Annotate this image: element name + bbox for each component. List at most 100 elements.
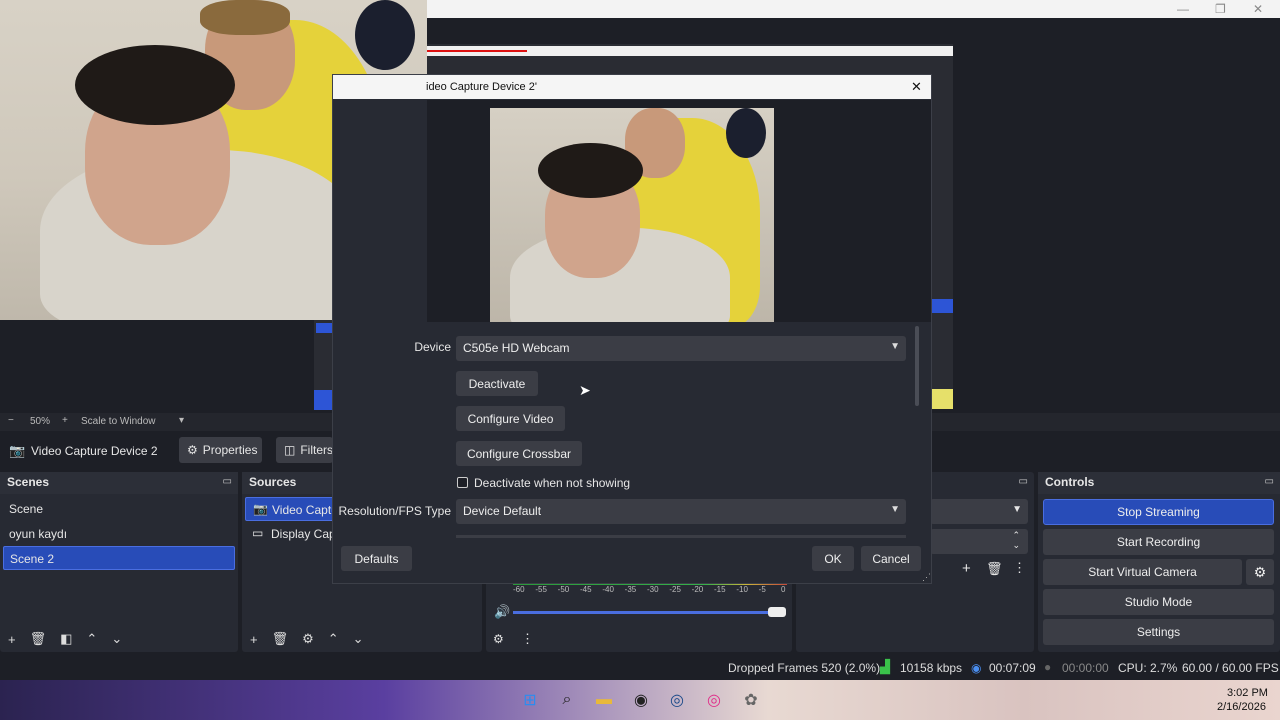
dialog-scrollbar[interactable] [915, 326, 919, 406]
speaker-icon[interactable]: 🔊 [494, 604, 510, 620]
minimize-icon[interactable]: — [1177, 2, 1189, 16]
vu-scale-label: -15 [714, 585, 726, 594]
undock-icon[interactable]: ▭ [1265, 476, 1274, 487]
restore-icon[interactable]: ❐ [1215, 2, 1226, 16]
camera-icon: 📷 [9, 443, 26, 458]
move-up-icon[interactable]: ⌃ [86, 631, 97, 647]
stream-icon: ◉ [971, 661, 982, 675]
record-icon: ● [1044, 660, 1052, 674]
nested-status [932, 389, 953, 409]
scale-select[interactable]: Scale to Window [81, 416, 155, 427]
filters-button[interactable]: ◫ Filters [276, 437, 333, 463]
scene-item[interactable]: oyun kaydı [3, 522, 235, 546]
configure-crossbar-button[interactable]: Configure Crossbar [456, 441, 582, 466]
undock-icon[interactable]: ▭ [1019, 476, 1028, 487]
taskbar-date[interactable]: 2/16/2026 [1217, 701, 1266, 713]
start-recording-button[interactable]: Start Recording [1043, 529, 1274, 555]
mini-bar [314, 390, 334, 410]
camera-icon: 📷 [253, 502, 268, 516]
device-label: Device [414, 340, 451, 354]
person-hair [538, 143, 643, 198]
app-icon[interactable]: ◎ [703, 689, 725, 711]
more-icon[interactable]: ⋮ [521, 631, 534, 647]
ok-button[interactable]: OK [812, 546, 854, 571]
scene-filter-icon[interactable]: ◧ [60, 631, 72, 647]
steam-icon[interactable]: ◎ [666, 689, 688, 711]
chevron-down-icon[interactable]: ▾ [179, 415, 184, 426]
status-bar: Dropped Frames 520 (2.0%) ▟ 10158 kbps ◉… [0, 656, 1280, 680]
configure-video-button[interactable]: Configure Video [456, 406, 565, 431]
scene-item[interactable]: Scene [3, 497, 235, 521]
dialog-title: ideo Capture Device 2' [426, 81, 537, 93]
stop-streaming-button[interactable]: Stop Streaming [1043, 499, 1274, 525]
more-icon[interactable]: ⋮ [1013, 560, 1026, 576]
source-label: Display Capt [271, 527, 340, 541]
trash-icon[interactable]: 🗑 [272, 631, 289, 647]
move-down-icon[interactable]: ⌄ [353, 631, 364, 647]
mixer-gear-icon[interactable]: ⚙ [493, 632, 504, 646]
bitrate: 10158 kbps [900, 661, 963, 675]
chevron-down-icon: ▼ [1012, 504, 1022, 515]
close-icon[interactable]: ✕ [1253, 2, 1263, 16]
filter-icon: ◫ [284, 443, 296, 457]
move-down-icon[interactable]: ⌄ [111, 631, 122, 647]
controls-title: Controls [1038, 472, 1280, 494]
device-select[interactable]: C505e HD Webcam ▼ [456, 336, 906, 361]
duration-spinbox[interactable]: ⌃ ⌄ [930, 529, 1028, 554]
settings-button[interactable]: Settings [1043, 619, 1274, 645]
obs-icon[interactable]: ◉ [630, 689, 652, 711]
vu-scale-label: -40 [602, 585, 614, 594]
red-border [427, 50, 527, 52]
scenes-dock: Scenes ▭ Scene oyun kaydı Scene 2 + 🗑 ◧ … [0, 472, 238, 652]
defaults-button[interactable]: Defaults [341, 546, 412, 571]
virtual-camera-settings-gear-icon[interactable]: ⚙ [1246, 559, 1274, 585]
next-field-partial [456, 535, 906, 538]
vu-scale-label: -50 [557, 585, 570, 594]
windows-start-icon[interactable]: ⊞ [519, 689, 541, 711]
dialog-webcam-preview [490, 108, 774, 322]
zoom-in-button[interactable]: + [62, 415, 68, 426]
deactivate-when-not-showing-checkbox[interactable] [457, 477, 468, 488]
preview-left-strip [314, 320, 334, 410]
taskbar-time[interactable]: 3:02 PM [1227, 687, 1268, 699]
obs-titlebar: — ❐ ✕ [427, 0, 1280, 18]
scenes-title: Scenes [0, 472, 238, 494]
add-icon[interactable]: + [8, 632, 16, 647]
studio-mode-button[interactable]: Studio Mode [1043, 589, 1274, 615]
vu-scale-label: -35 [624, 585, 637, 594]
device-value: C505e HD Webcam [463, 341, 570, 355]
dialog-titlebar: ideo Capture Device 2' ✕ [333, 75, 931, 99]
resize-grip-icon[interactable]: ⋰ [922, 572, 931, 583]
file-explorer-icon[interactable]: ▬ [593, 689, 615, 711]
app-icon[interactable]: ✿ [740, 689, 762, 711]
person-hair [200, 0, 290, 35]
start-virtual-camera-button[interactable]: Start Virtual Camera [1043, 559, 1242, 585]
undock-icon[interactable]: ▭ [223, 476, 232, 487]
search-icon[interactable]: ⌕ [556, 689, 578, 711]
resolution-fps-select[interactable]: Device Default ▼ [456, 499, 906, 524]
zoom-out-button[interactable]: − [8, 415, 14, 426]
spin-down-icon[interactable]: ⌄ [1012, 540, 1020, 551]
move-up-icon[interactable]: ⌃ [328, 631, 339, 647]
volume-slider[interactable] [513, 611, 779, 614]
trash-icon[interactable]: 🗑 [986, 561, 1003, 577]
scenes-toolbar: + 🗑 ◧ ⌃ ⌄ [0, 626, 238, 652]
transition-select[interactable]: ▼ [930, 499, 1028, 524]
dropped-frames: Dropped Frames 520 (2.0%) [728, 661, 881, 675]
trash-icon[interactable]: 🗑 [30, 631, 47, 647]
gear-icon[interactable]: ⚙ [302, 631, 314, 647]
add-icon[interactable]: + [962, 560, 971, 577]
properties-button[interactable]: ⚙ Properties [179, 437, 262, 463]
stream-time: 00:07:09 [989, 661, 1036, 675]
deactivate-button[interactable]: Deactivate [456, 371, 538, 396]
vu-scale-label: -10 [736, 585, 748, 594]
add-icon[interactable]: + [250, 632, 258, 647]
scene-item-selected[interactable]: Scene 2 [3, 546, 235, 570]
volume-slider-handle[interactable] [768, 607, 786, 617]
helmet [355, 0, 415, 70]
nested-stop-button [932, 299, 953, 313]
close-icon[interactable]: ✕ [911, 79, 922, 95]
cancel-button[interactable]: Cancel [861, 546, 921, 571]
gear-icon: ⚙ [187, 443, 198, 457]
resolution-fps-value: Device Default [463, 504, 542, 518]
